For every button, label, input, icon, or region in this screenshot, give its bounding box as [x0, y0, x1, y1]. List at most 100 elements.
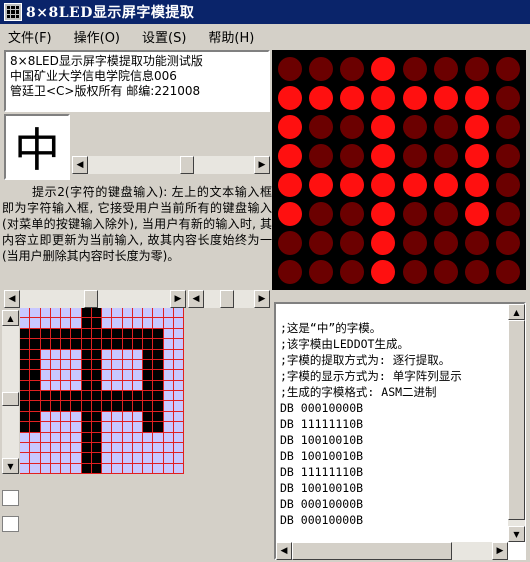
grid-cell[interactable] — [173, 308, 184, 319]
menu-help[interactable]: 帮助(H) — [208, 27, 254, 46]
grid-cell[interactable] — [71, 318, 82, 329]
grid-cell[interactable] — [30, 328, 41, 340]
grid-cell[interactable] — [143, 349, 154, 360]
grid-cell[interactable] — [91, 380, 102, 391]
grid-cell[interactable] — [20, 308, 31, 319]
grid-cell[interactable] — [153, 391, 164, 402]
grid-cell[interactable] — [122, 339, 133, 350]
grid-cell[interactable] — [71, 442, 82, 454]
grid-cell[interactable] — [173, 432, 184, 443]
grid-cell[interactable] — [40, 318, 51, 329]
grid-cell[interactable] — [132, 401, 143, 412]
grid-cell[interactable] — [163, 380, 174, 391]
grid-cell[interactable] — [132, 453, 143, 464]
grid-cell[interactable] — [50, 370, 61, 381]
grid-cell[interactable] — [102, 359, 113, 371]
grid-cell[interactable] — [91, 308, 102, 319]
grid-cell[interactable] — [20, 370, 31, 381]
grid-cell[interactable] — [122, 391, 133, 402]
grid-cell[interactable] — [20, 401, 31, 412]
scroll-up-button[interactable]: ▲ — [508, 304, 525, 320]
grid-cell[interactable] — [71, 463, 82, 474]
grid-cell[interactable] — [173, 411, 184, 423]
grid-cell[interactable] — [122, 453, 133, 464]
grid-cell[interactable] — [61, 359, 72, 371]
menu-file[interactable]: 文件(F) — [8, 27, 52, 46]
grid-cell[interactable] — [102, 432, 113, 443]
grid-cell[interactable] — [122, 370, 133, 381]
grid-cell[interactable] — [40, 359, 51, 371]
grid-cell[interactable] — [163, 463, 174, 474]
grid-cell[interactable] — [112, 370, 123, 381]
grid-cell[interactable] — [132, 339, 143, 350]
grid-cell[interactable] — [102, 422, 113, 433]
side-box[interactable] — [2, 490, 19, 506]
grid-cell[interactable] — [30, 339, 41, 350]
grid-cell[interactable] — [143, 463, 154, 474]
grid-cell[interactable] — [20, 328, 31, 340]
grid-cell[interactable] — [153, 380, 164, 391]
grid-cell[interactable] — [81, 391, 92, 402]
grid-cell[interactable] — [102, 442, 113, 454]
grid-cell[interactable] — [40, 432, 51, 443]
grid-cell[interactable] — [30, 463, 41, 474]
grid-cell[interactable] — [143, 401, 154, 412]
grid-cell[interactable] — [50, 411, 61, 423]
grid-cell[interactable] — [50, 318, 61, 329]
grid-cell[interactable] — [91, 453, 102, 464]
grid-cell[interactable] — [132, 359, 143, 371]
grid-cell[interactable] — [143, 318, 154, 329]
grid-cell[interactable] — [30, 432, 41, 443]
grid-cell[interactable] — [61, 442, 72, 454]
grid-cell[interactable] — [112, 432, 123, 443]
grid-cell[interactable] — [81, 432, 92, 443]
grid-cell[interactable] — [20, 339, 31, 350]
grid-cell[interactable] — [153, 359, 164, 371]
grid-cell[interactable] — [173, 370, 184, 381]
grid-cell[interactable] — [61, 453, 72, 464]
grid-cell[interactable] — [163, 401, 174, 412]
output-textarea[interactable]: ;这是“中”的字模。 ;该字模由LEDDOT生成。 ;字模的提取方式为: 逐行提… — [274, 302, 526, 560]
grid-cell[interactable] — [102, 453, 113, 464]
grid-cell[interactable] — [20, 318, 31, 329]
grid-cell[interactable] — [112, 380, 123, 391]
grid-cell[interactable] — [163, 391, 174, 402]
grid-cell[interactable] — [173, 349, 184, 360]
grid-cell[interactable] — [143, 422, 154, 433]
grid-cell[interactable] — [71, 401, 82, 412]
grid-cell[interactable] — [91, 391, 102, 402]
grid-cell[interactable] — [40, 411, 51, 423]
grid-cell[interactable] — [91, 401, 102, 412]
grid-cell[interactable] — [153, 401, 164, 412]
grid-cell[interactable] — [112, 349, 123, 360]
grid-cell[interactable] — [61, 411, 72, 423]
grid-cell[interactable] — [112, 359, 123, 371]
grid-cell[interactable] — [173, 318, 184, 329]
grid-cell[interactable] — [40, 349, 51, 360]
grid-cell[interactable] — [61, 308, 72, 319]
grid-cell[interactable] — [50, 453, 61, 464]
grid-cell[interactable] — [81, 442, 92, 454]
grid-cell[interactable] — [30, 370, 41, 381]
grid-cell[interactable] — [50, 339, 61, 350]
grid-cell[interactable] — [91, 349, 102, 360]
grid-cell[interactable] — [112, 391, 123, 402]
grid-cell[interactable] — [61, 463, 72, 474]
grid-cell[interactable] — [143, 391, 154, 402]
grid-cell[interactable] — [30, 391, 41, 402]
grid-cell[interactable] — [112, 401, 123, 412]
grid-cell[interactable] — [50, 380, 61, 391]
grid-cell[interactable] — [143, 411, 154, 423]
grid-cell[interactable] — [20, 463, 31, 474]
grid-cell[interactable] — [173, 453, 184, 464]
grid-cell[interactable] — [173, 359, 184, 371]
scroll-thumb[interactable] — [508, 320, 525, 520]
grid-cell[interactable] — [61, 401, 72, 412]
grid-cell[interactable] — [112, 411, 123, 423]
grid-cell[interactable] — [132, 422, 143, 433]
menu-operate[interactable]: 操作(O) — [74, 27, 120, 46]
grid-cell[interactable] — [61, 422, 72, 433]
grid-cell[interactable] — [50, 349, 61, 360]
grid-cell[interactable] — [163, 432, 174, 443]
grid-cell[interactable] — [61, 339, 72, 350]
